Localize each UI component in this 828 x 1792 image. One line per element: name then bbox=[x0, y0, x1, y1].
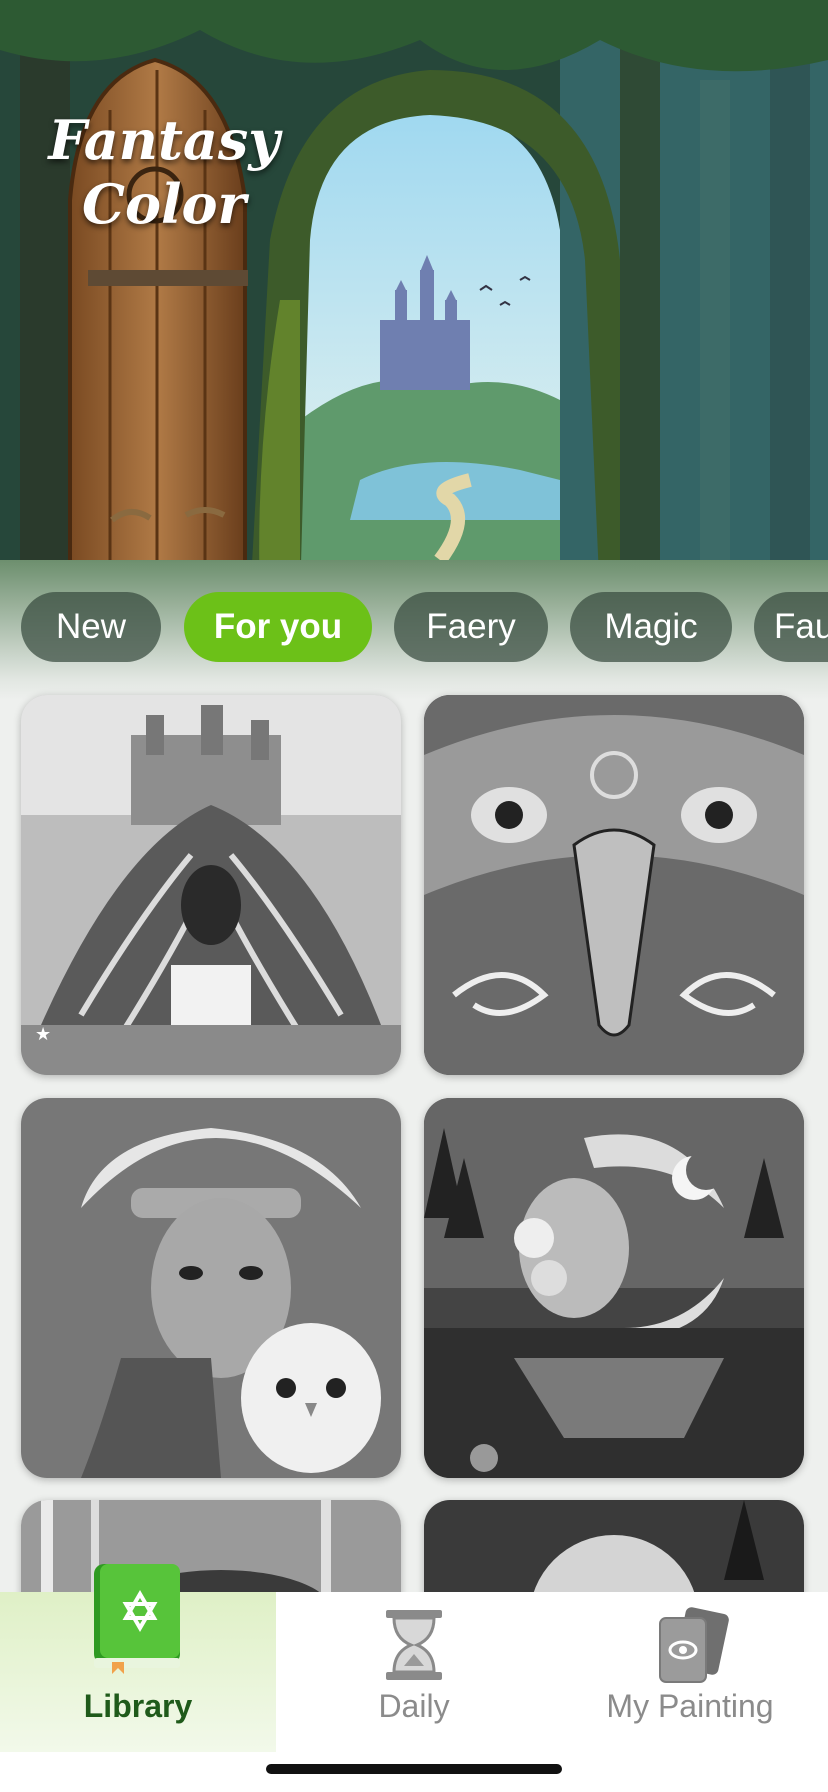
tab-label: Magic bbox=[604, 607, 698, 646]
logo-line-2: Color bbox=[82, 172, 246, 236]
nav-label-my-painting: My Painting bbox=[606, 1688, 774, 1724]
gallery-card-woman-owl[interactable] bbox=[21, 1098, 401, 1478]
gallery-card-eagle[interactable] bbox=[424, 695, 804, 1075]
gallery-card-tree-castle[interactable]: ★ bbox=[21, 695, 401, 1075]
tree-castle-waterfall-artwork: ★ bbox=[21, 695, 401, 1075]
tab-for-you[interactable]: For you bbox=[184, 592, 372, 662]
nav-library[interactable]: Library bbox=[0, 1564, 276, 1752]
moon-goddess-lake-artwork bbox=[424, 1098, 804, 1478]
tab-label: New bbox=[55, 607, 127, 646]
tab-faery[interactable]: Faery bbox=[394, 592, 548, 662]
home-indicator[interactable] bbox=[266, 1764, 562, 1774]
gallery-card-moon-goddess[interactable] bbox=[424, 1098, 804, 1478]
tab-label: Fau bbox=[774, 607, 828, 646]
app-logo: Fantasy Color bbox=[34, 108, 294, 236]
tab-label: For you bbox=[213, 607, 343, 646]
tab-new[interactable]: New bbox=[21, 592, 161, 662]
hourglass-icon bbox=[386, 1610, 442, 1680]
tab-fau[interactable]: Fau bbox=[754, 592, 828, 662]
tab-magic[interactable]: Magic bbox=[570, 592, 732, 662]
eagle-face-artwork bbox=[424, 695, 804, 1075]
book-star-icon bbox=[94, 1564, 180, 1674]
nav-my-painting[interactable]: My Painting bbox=[552, 1592, 828, 1752]
category-tabs: New For you Faery Magic Fau bbox=[0, 592, 828, 662]
tab-label: Faery bbox=[426, 607, 516, 646]
logo-line-1: Fantasy bbox=[48, 108, 280, 172]
nav-label-daily: Daily bbox=[378, 1688, 450, 1724]
bottom-navigation: Library Daily My Painting bbox=[0, 1564, 828, 1792]
nav-label-library: Library bbox=[83, 1688, 193, 1724]
svg-text:★: ★ bbox=[35, 1024, 51, 1045]
tribal-woman-owl-artwork bbox=[21, 1098, 401, 1478]
tarot-cards-icon bbox=[659, 1607, 729, 1683]
nav-daily[interactable]: Daily bbox=[276, 1592, 552, 1752]
